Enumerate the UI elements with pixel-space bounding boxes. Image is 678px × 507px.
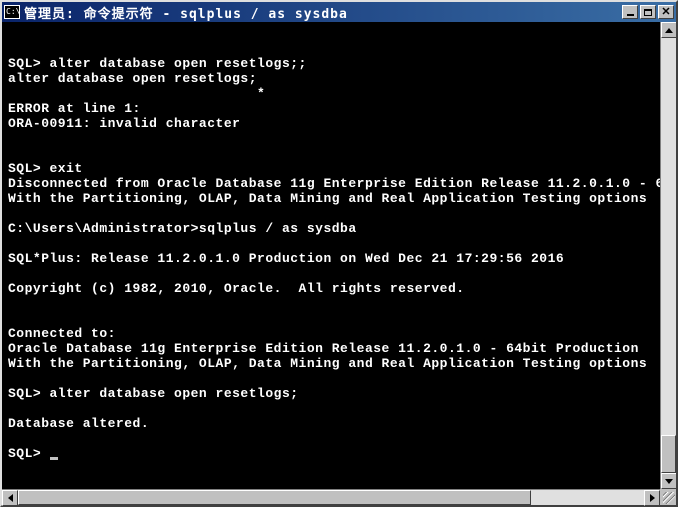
vertical-scrollbar[interactable] [660, 22, 676, 489]
command-prompt-window: C:\ 管理员: 命令提示符 - sqlplus / as sysdba ✕ S… [0, 0, 678, 507]
titlebar[interactable]: C:\ 管理员: 命令提示符 - sqlplus / as sysdba ✕ [2, 2, 676, 22]
terminal-line: SQL*Plus: Release 11.2.0.1.0 Production … [8, 251, 564, 266]
terminal-line: Oracle Database 11g Enterprise Edition R… [8, 341, 639, 356]
terminal-line: ORA-00911: invalid character [8, 116, 240, 131]
chevron-up-icon [665, 28, 673, 33]
terminal-line: ERROR at line 1: [8, 101, 141, 116]
horizontal-scrollbar[interactable] [2, 489, 660, 505]
maximize-button[interactable] [640, 5, 656, 19]
terminal-line: alter database open resetlogs; [8, 71, 257, 86]
terminal-line: Copyright (c) 1982, 2010, Oracle. All ri… [8, 281, 465, 296]
terminal-output[interactable]: SQL> alter database open resetlogs;; alt… [2, 22, 660, 489]
terminal-line: SQL> alter database open resetlogs;; [8, 56, 307, 71]
chevron-left-icon [8, 494, 13, 502]
terminal-line: Database altered. [8, 416, 149, 431]
window-title: 管理员: 命令提示符 - sqlplus / as sysdba [24, 3, 622, 22]
terminal-line: Connected to: [8, 326, 116, 341]
vertical-scroll-track[interactable] [661, 38, 676, 473]
chevron-down-icon [665, 479, 673, 484]
scroll-down-button[interactable] [661, 473, 676, 489]
window-controls: ✕ [622, 5, 674, 19]
close-button[interactable]: ✕ [658, 5, 674, 19]
vertical-scroll-thumb[interactable] [661, 435, 676, 473]
scroll-up-button[interactable] [661, 22, 676, 38]
horizontal-scroll-thumb[interactable] [18, 490, 531, 505]
chevron-right-icon [650, 494, 655, 502]
terminal-line: SQL> exit [8, 161, 83, 176]
terminal-prompt: SQL> [8, 446, 50, 461]
terminal-line: C:\Users\Administrator>sqlplus / as sysd… [8, 221, 357, 236]
terminal-line: SQL> alter database open resetlogs; [8, 386, 299, 401]
cmd-icon: C:\ [4, 5, 20, 19]
cursor-icon [50, 457, 58, 460]
scroll-right-button[interactable] [644, 490, 660, 506]
minimize-button[interactable] [622, 5, 638, 19]
terminal-line: * [8, 86, 265, 101]
terminal-line: With the Partitioning, OLAP, Data Mining… [8, 191, 647, 206]
horizontal-scroll-track[interactable] [18, 490, 644, 505]
scroll-left-button[interactable] [2, 490, 18, 506]
terminal-line: Disconnected from Oracle Database 11g En… [8, 176, 660, 191]
terminal-line: With the Partitioning, OLAP, Data Mining… [8, 356, 647, 371]
resize-grip[interactable] [660, 489, 676, 505]
